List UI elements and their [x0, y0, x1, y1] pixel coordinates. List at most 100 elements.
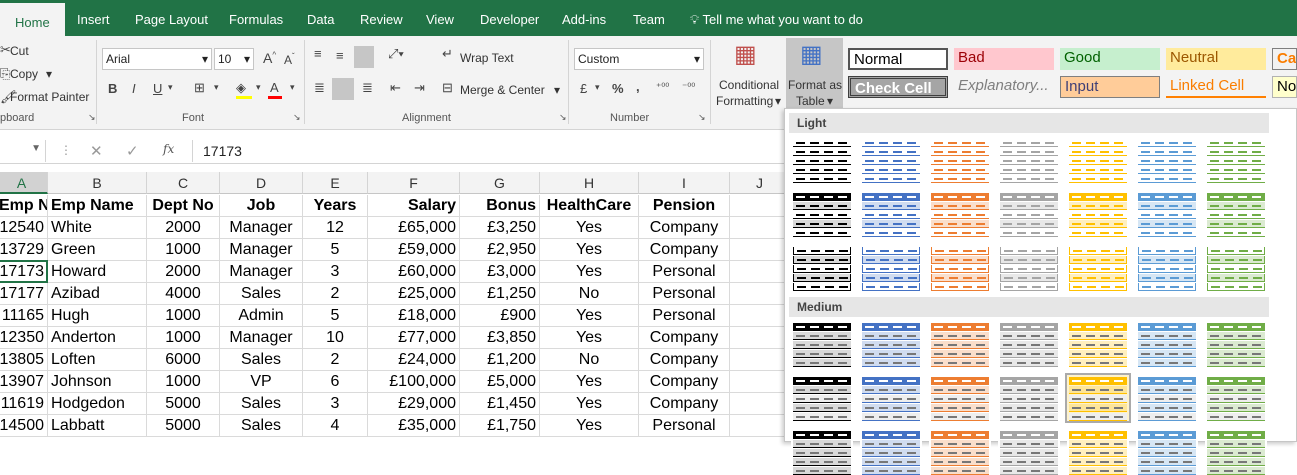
header-cell[interactable]	[730, 195, 790, 217]
number-launcher-icon[interactable]: ↘	[698, 112, 706, 123]
align-bottom-icon[interactable]	[354, 46, 374, 68]
clipboard-launcher-icon[interactable]: ↘	[88, 112, 96, 123]
underline-button[interactable]: U	[153, 81, 162, 96]
table-cell[interactable]: 13907	[0, 371, 48, 393]
table-cell[interactable]: Company	[639, 349, 730, 371]
header-cell[interactable]: Years	[303, 195, 368, 217]
table-cell[interactable]: 14500	[0, 415, 48, 437]
table-cell[interactable]: 6000	[147, 349, 220, 371]
table-cell[interactable]: Yes	[540, 327, 639, 349]
enter-icon[interactable]: ✓	[126, 142, 139, 160]
column-header-e[interactable]: E	[303, 172, 368, 194]
table-cell[interactable]: £100,000	[368, 371, 460, 393]
table-cell[interactable]	[730, 261, 790, 283]
column-header-h[interactable]: H	[540, 172, 639, 194]
table-cell[interactable]: Yes	[540, 371, 639, 393]
table-cell[interactable]	[730, 349, 790, 371]
table-cell[interactable]: Yes	[540, 239, 639, 261]
column-header-d[interactable]: D	[220, 172, 303, 194]
table-cell[interactable]: 2	[303, 349, 368, 371]
cancel-icon[interactable]: ✕	[90, 142, 103, 160]
table-cell[interactable]	[730, 305, 790, 327]
table-cell[interactable]	[730, 415, 790, 437]
table-cell[interactable]: Yes	[540, 393, 639, 415]
table-cell[interactable]: Sales	[220, 415, 303, 437]
name-box[interactable]: ▼	[0, 140, 46, 162]
table-cell[interactable]: £24,000	[368, 349, 460, 371]
table-cell[interactable]: Hugh	[48, 305, 147, 327]
header-cell[interactable]: HealthCare	[540, 195, 639, 217]
table-cell[interactable]: £60,000	[368, 261, 460, 283]
style-normal[interactable]: Normal	[848, 48, 948, 70]
table-style-medium-19[interactable]	[1136, 429, 1198, 475]
table-cell[interactable]: £29,000	[368, 393, 460, 415]
table-cell[interactable]: Azibad	[48, 283, 147, 305]
table-cell[interactable]: 1000	[147, 239, 220, 261]
table-style-medium-16[interactable]	[929, 429, 991, 475]
align-center-icon[interactable]	[332, 78, 354, 100]
style-check-cell[interactable]: Check Cell	[848, 76, 948, 98]
table-style-medium-11[interactable]	[1065, 373, 1131, 423]
table-cell[interactable]: 12540	[0, 217, 48, 239]
table-style-medium-18[interactable]	[1067, 429, 1129, 475]
table-cell[interactable]: Manager	[220, 239, 303, 261]
align-right-icon[interactable]: ≣	[362, 80, 373, 96]
style-neutral[interactable]: Neutral	[1166, 48, 1266, 70]
table-style-light-12[interactable]	[1136, 191, 1198, 237]
wrap-text-button[interactable]: Wrap Text	[460, 51, 514, 65]
table-style-light-8[interactable]	[860, 191, 922, 237]
table-cell[interactable]: Personal	[639, 415, 730, 437]
style-note[interactable]: Not	[1272, 76, 1297, 98]
table-style-medium-3[interactable]	[998, 321, 1060, 367]
table-cell[interactable]: 13729	[0, 239, 48, 261]
table-cell[interactable]: Personal	[639, 305, 730, 327]
table-style-light-18[interactable]	[1067, 245, 1129, 291]
header-cell[interactable]: Salary	[368, 195, 460, 217]
table-cell[interactable]: £1,750	[460, 415, 540, 437]
number-format-select[interactable]: Custom ▾	[574, 48, 704, 70]
table-style-light-4[interactable]	[1067, 137, 1129, 183]
table-cell[interactable]	[730, 327, 790, 349]
column-header-j[interactable]: J	[730, 172, 790, 194]
table-cell[interactable]: Admin	[220, 305, 303, 327]
column-header-f[interactable]: F	[368, 172, 460, 194]
merge-center-button[interactable]: Merge & Center	[460, 83, 545, 97]
table-style-light-0[interactable]	[791, 137, 853, 183]
table-cell[interactable]: 2000	[147, 217, 220, 239]
table-cell[interactable]: 12350	[0, 327, 48, 349]
table-cell[interactable]: Sales	[220, 349, 303, 371]
table-cell[interactable]: Company	[639, 217, 730, 239]
tab-data[interactable]: Data	[307, 0, 334, 36]
chevron-down-icon[interactable]: ▾	[554, 83, 560, 97]
table-style-light-13[interactable]	[1205, 191, 1267, 237]
borders-icon[interactable]: ⊞	[194, 80, 205, 96]
increase-font-icon[interactable]: A^	[263, 50, 276, 66]
table-cell[interactable]: Manager	[220, 217, 303, 239]
table-cell[interactable]: £1,450	[460, 393, 540, 415]
table-style-light-20[interactable]	[1205, 245, 1267, 291]
column-header-i[interactable]: I	[639, 172, 730, 194]
chevron-down-icon[interactable]: ▾	[168, 82, 173, 93]
percent-button[interactable]: %	[612, 81, 624, 96]
table-cell[interactable]: £25,000	[368, 283, 460, 305]
table-style-light-1[interactable]	[860, 137, 922, 183]
table-cell[interactable]	[730, 371, 790, 393]
style-linked-cell[interactable]: Linked Cell	[1166, 76, 1266, 98]
table-cell[interactable]: £35,000	[368, 415, 460, 437]
align-left-icon[interactable]: ≣	[314, 80, 325, 96]
table-style-light-16[interactable]	[929, 245, 991, 291]
table-cell[interactable]: 5000	[147, 415, 220, 437]
table-cell[interactable]: £1,250	[460, 283, 540, 305]
table-cell[interactable]: Manager	[220, 261, 303, 283]
tab-review[interactable]: Review	[360, 0, 403, 36]
tab-view[interactable]: View	[426, 0, 454, 36]
chevron-down-icon[interactable]: ▾	[290, 82, 295, 93]
style-good[interactable]: Good	[1060, 48, 1160, 70]
table-style-medium-14[interactable]	[791, 429, 853, 475]
table-cell[interactable]: White	[48, 217, 147, 239]
table-style-light-2[interactable]	[929, 137, 991, 183]
table-style-light-7[interactable]	[791, 191, 853, 237]
table-cell[interactable]: £900	[460, 305, 540, 327]
tab-home[interactable]: Home	[0, 0, 65, 36]
table-style-medium-1[interactable]	[860, 321, 922, 367]
